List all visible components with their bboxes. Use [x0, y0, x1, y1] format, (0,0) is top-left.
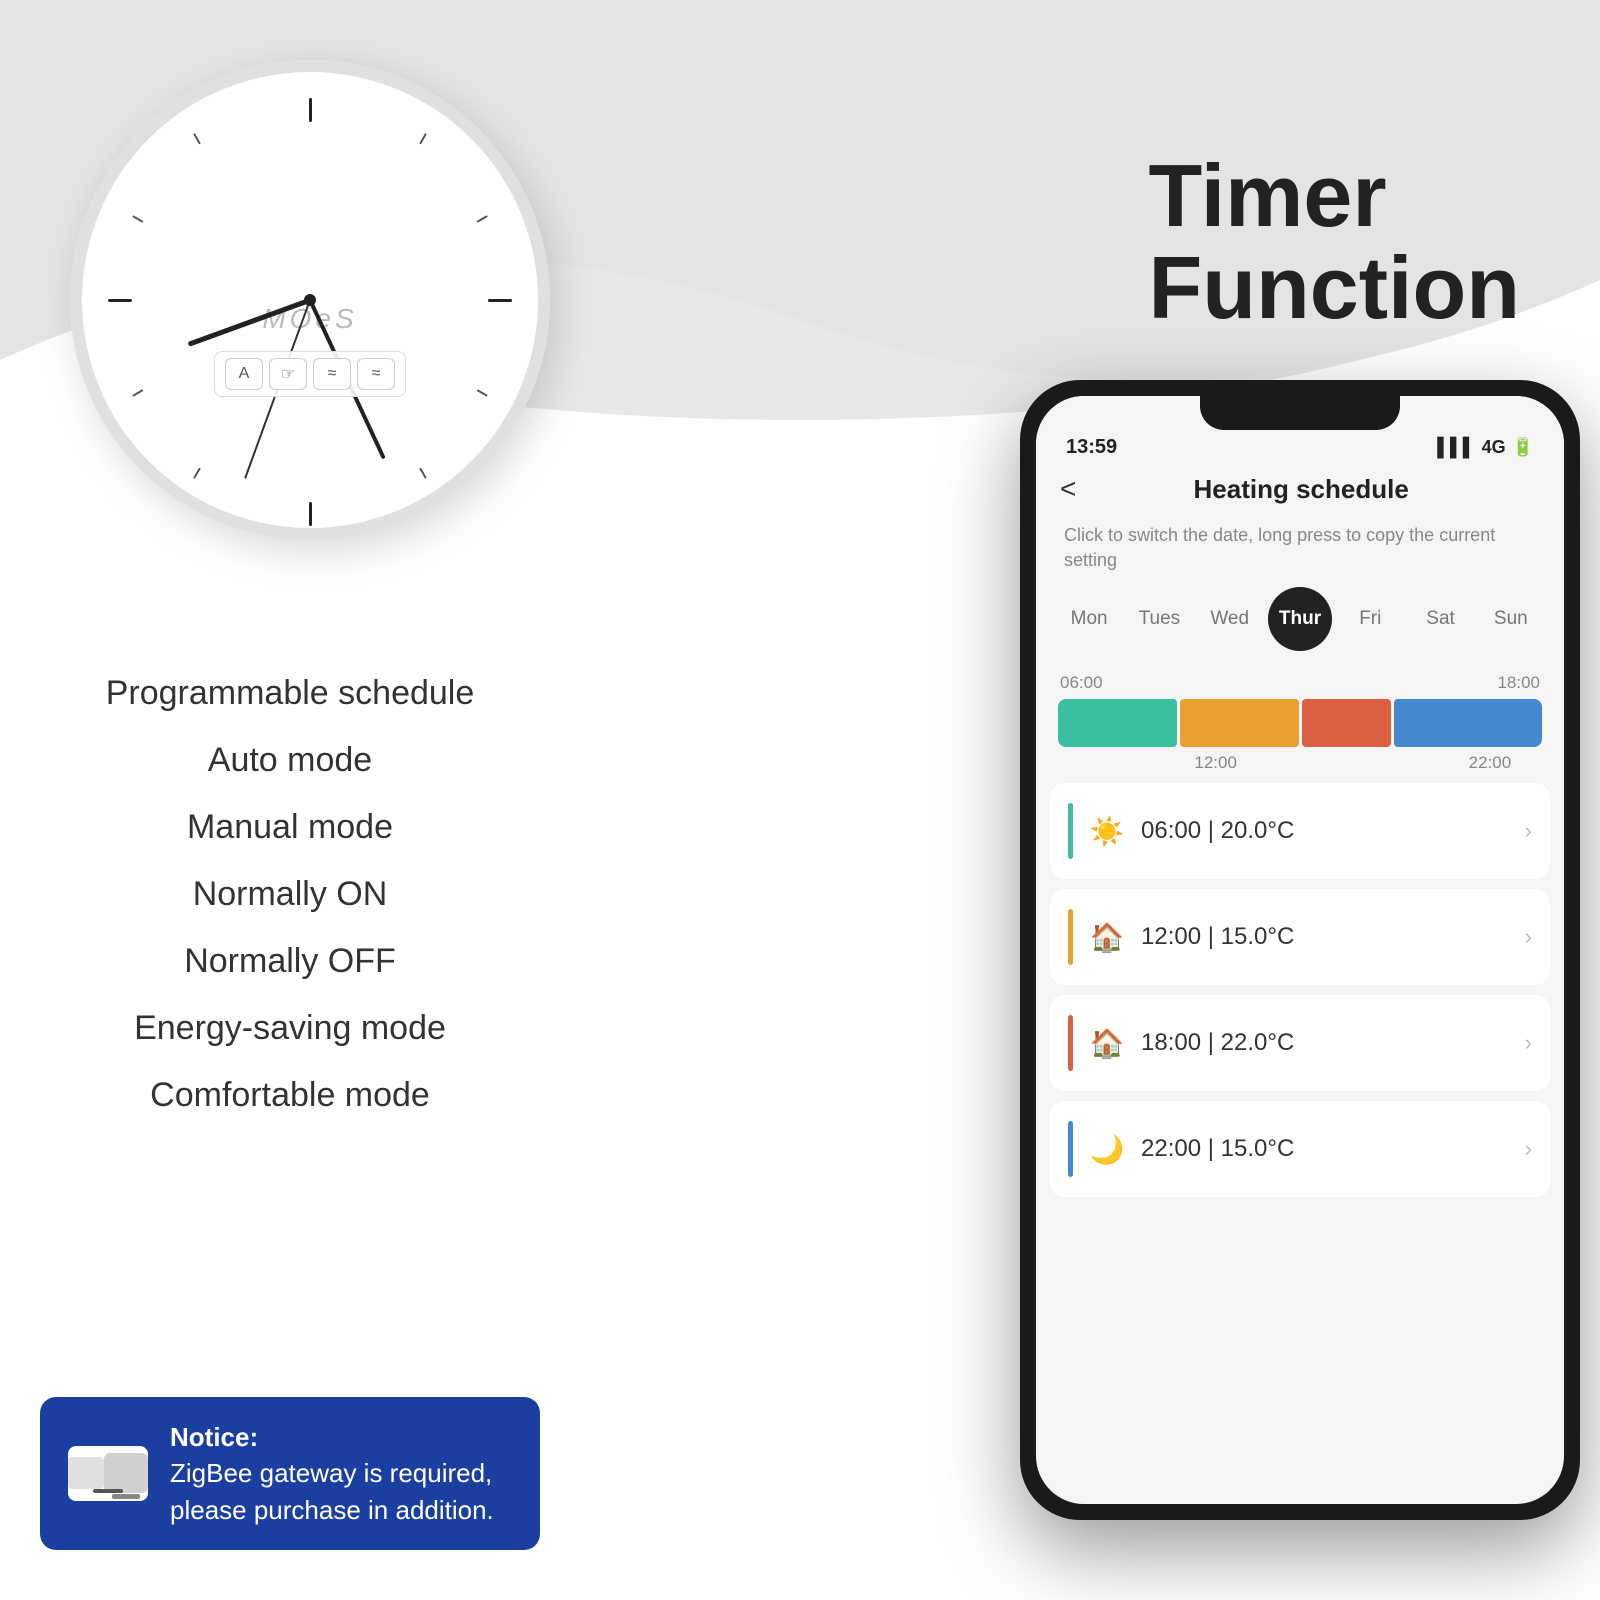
schedule-info-3: 22:00 | 15.0°C: [1141, 1135, 1509, 1163]
schedule-color-bar-1: [1068, 909, 1073, 965]
timer-title-line2: Function: [1149, 242, 1520, 334]
clock-face: MOeS A ☞ ≈ ≈: [90, 80, 530, 520]
phone-shell: 13:59 ▌▌▌ 4G 🔋 < Heating schedule Click …: [1020, 380, 1580, 1520]
clock-mode-buttons: A ☞ ≈ ≈: [214, 351, 406, 397]
timer-title-line1: Timer: [1149, 150, 1520, 242]
chevron-icon-0: ›: [1525, 818, 1532, 844]
app-title: Heating schedule: [1092, 474, 1510, 505]
schedule-info-2: 18:00 | 22.0°C: [1141, 1029, 1509, 1057]
feature-item-6: Comfortable mode: [60, 1062, 520, 1129]
timeline-bar: [1058, 699, 1542, 747]
chevron-icon-3: ›: [1525, 1136, 1532, 1162]
instruction-text: Click to switch the date, long press to …: [1036, 519, 1564, 587]
day-btn-wed[interactable]: Wed: [1198, 587, 1262, 651]
timeline-sublabel-2: 22:00: [1469, 753, 1512, 773]
timeline-top-labels: 06:00 18:00: [1058, 673, 1542, 693]
status-right: ▌▌▌ 4G 🔋: [1437, 437, 1534, 458]
schedule-info-1: 12:00 | 15.0°C: [1141, 923, 1509, 951]
schedule-item-0[interactable]: ☀️ 06:00 | 20.0°C ›: [1050, 783, 1550, 879]
notice-body: ZigBee gateway is required,please purcha…: [170, 1455, 494, 1528]
schedule-info-0: 06:00 | 20.0°C: [1141, 817, 1509, 845]
back-button[interactable]: <: [1060, 473, 1076, 505]
feature-item-4: Normally OFF: [60, 928, 520, 995]
timeline-sub-labels: 12:00 22:00: [1058, 747, 1542, 773]
features-list: Programmable schedule Auto mode Manual m…: [60, 660, 520, 1129]
notice-text: Notice: ZigBee gateway is required,pleas…: [170, 1419, 494, 1528]
clock-container: MOeS A ☞ ≈ ≈: [70, 60, 570, 560]
status-time: 13:59: [1066, 436, 1117, 459]
feature-item-0: Programmable schedule: [60, 660, 520, 727]
schedule-list: ☀️ 06:00 | 20.0°C › 🏠 12:00 | 15.0°C ›: [1036, 773, 1564, 1217]
schedule-color-bar-0: [1068, 803, 1073, 859]
timeline-container: 06:00 18:00 12:00 22:00: [1036, 669, 1564, 773]
schedule-icon-home1: 🏠: [1089, 921, 1125, 954]
day-selector: Mon Tues Wed Thur Fri Sat Sun: [1036, 587, 1564, 669]
schedule-icon-sun: ☀️: [1089, 815, 1125, 848]
schedule-icon-moon: 🌙: [1089, 1133, 1125, 1166]
clock-btn-manual[interactable]: ☞: [269, 358, 307, 390]
schedule-item-3[interactable]: 🌙 22:00 | 15.0°C ›: [1050, 1101, 1550, 1197]
phone-screen: 13:59 ▌▌▌ 4G 🔋 < Heating schedule Click …: [1036, 396, 1564, 1504]
timeline-seg-1: [1180, 699, 1299, 747]
timeline-seg-3: [1394, 699, 1542, 747]
signal-icon: ▌▌▌: [1437, 437, 1475, 458]
schedule-item-1[interactable]: 🏠 12:00 | 15.0°C ›: [1050, 889, 1550, 985]
feature-item-2: Manual mode: [60, 794, 520, 861]
clock-btn-mode3[interactable]: ≈: [313, 358, 351, 390]
day-btn-thur[interactable]: Thur: [1268, 587, 1332, 651]
phone-notch: [1200, 396, 1400, 430]
notice-box: Notice: ZigBee gateway is required,pleas…: [40, 1397, 540, 1550]
app-header: < Heating schedule: [1036, 465, 1564, 519]
feature-item-1: Auto mode: [60, 727, 520, 794]
notice-device-icon: [68, 1446, 148, 1501]
notice-title: Notice:: [170, 1419, 494, 1455]
clock-btn-auto[interactable]: A: [225, 358, 263, 390]
day-btn-fri[interactable]: Fri: [1338, 587, 1402, 651]
chevron-icon-2: ›: [1525, 1030, 1532, 1056]
timeline-seg-0: [1058, 699, 1177, 747]
phone-container: 13:59 ▌▌▌ 4G 🔋 < Heating schedule Click …: [1020, 380, 1580, 1520]
timeline-sublabel-1: 12:00: [1194, 753, 1237, 773]
clock-brand: MOeS: [262, 303, 357, 335]
schedule-color-bar-3: [1068, 1121, 1073, 1177]
feature-item-3: Normally ON: [60, 861, 520, 928]
day-btn-sun[interactable]: Sun: [1479, 587, 1543, 651]
day-btn-sat[interactable]: Sat: [1409, 587, 1473, 651]
day-btn-tues[interactable]: Tues: [1127, 587, 1191, 651]
timeline-label-mid: 18:00: [1497, 673, 1540, 693]
battery-icon: 🔋: [1512, 437, 1534, 458]
network-type: 4G: [1482, 437, 1506, 458]
schedule-icon-home2: 🏠: [1089, 1027, 1125, 1060]
clock-btn-mode4[interactable]: ≈: [357, 358, 395, 390]
chevron-icon-1: ›: [1525, 924, 1532, 950]
schedule-color-bar-2: [1068, 1015, 1073, 1071]
clock-center-dot: [304, 294, 316, 306]
timeline-label-start: 06:00: [1060, 673, 1103, 693]
timer-function-title: Timer Function: [1149, 150, 1520, 335]
day-btn-mon[interactable]: Mon: [1057, 587, 1121, 651]
feature-item-5: Energy-saving mode: [60, 995, 520, 1062]
timeline-seg-2: [1302, 699, 1391, 747]
schedule-item-2[interactable]: 🏠 18:00 | 22.0°C ›: [1050, 995, 1550, 1091]
clock-outer: MOeS A ☞ ≈ ≈: [70, 60, 550, 540]
